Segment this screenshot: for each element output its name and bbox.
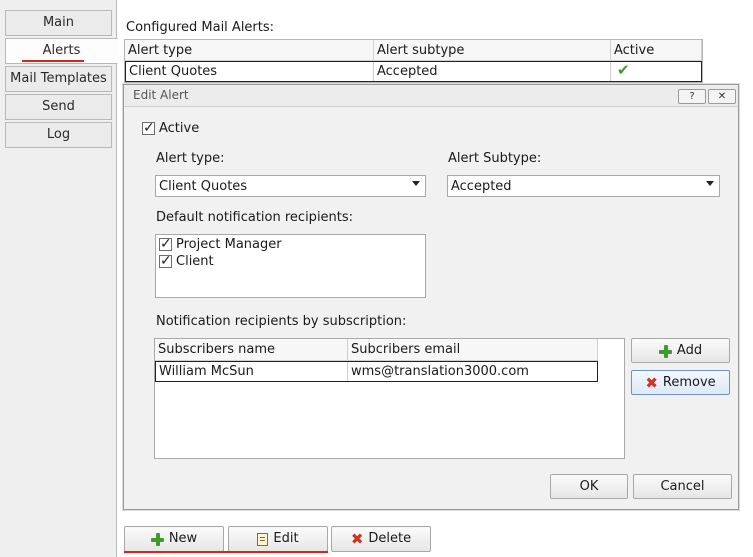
chevron-down-icon <box>412 181 420 186</box>
nav-tab-label: Mail Templates <box>10 71 107 86</box>
column-header-subscribers-name[interactable]: Subscribers name <box>155 339 348 360</box>
alert-type-select[interactable]: Client Quotes <box>155 175 426 197</box>
delete-x-icon: ✖ <box>350 529 364 548</box>
check-icon: ✔ <box>617 62 630 79</box>
subscription-label: Notification recipients by subscription: <box>156 314 407 329</box>
column-header-alert-subtype[interactable]: Alert subtype <box>374 40 611 60</box>
ok-label: OK <box>579 479 599 494</box>
remove-subscriber-button[interactable]: ✖ Remove <box>631 370 730 395</box>
recipient-checkbox-project-manager[interactable]: ✓ <box>159 236 172 252</box>
nav-tab-label: Send <box>42 99 75 114</box>
default-recipients-label: Default notification recipients: <box>156 210 354 225</box>
nav-tab-label: Main <box>42 15 75 30</box>
cancel-label: Cancel <box>660 479 705 494</box>
edit-alert-button[interactable]: Edit <box>228 526 328 552</box>
cell-subscriber-email: wms@translation3000.com <box>351 364 529 379</box>
table-row[interactable]: Client Quotes Accepted ✔ <box>125 61 702 82</box>
plus-icon <box>150 532 164 546</box>
subscribers-table-header: Subscribers name Subcribers email <box>155 339 598 361</box>
delete-alert-button[interactable]: ✖ Delete <box>331 526 431 552</box>
alerts-table-header: Alert type Alert subtype Active <box>125 40 702 61</box>
add-subscriber-button[interactable]: Add <box>631 338 730 363</box>
active-checkbox[interactable]: ✓ <box>142 120 155 136</box>
help-icon: ? <box>689 91 695 102</box>
recipient-checkbox-client[interactable]: ✓ <box>159 253 172 269</box>
cancel-button[interactable]: Cancel <box>633 474 732 499</box>
configured-alerts-label: Configured Mail Alerts: <box>126 20 275 35</box>
table-row[interactable]: William McSun wms@translation3000.com <box>155 361 598 382</box>
checkmark-icon: ✓ <box>143 120 155 136</box>
edit-label: Edit <box>273 531 299 546</box>
close-icon: ✕ <box>717 91 727 102</box>
ok-button[interactable]: OK <box>550 474 628 499</box>
column-header-subscribers-email[interactable]: Subcribers email <box>348 339 597 360</box>
alert-subtype-value: Accepted <box>451 179 512 194</box>
active-label: Active <box>159 121 200 136</box>
nav-tab-label: Alerts <box>42 43 81 58</box>
delete-x-icon: ✖ <box>645 373 658 392</box>
cell-subscriber-name: William McSun <box>156 362 348 381</box>
recipient-label: Client <box>176 254 214 269</box>
checkmark-icon: ✓ <box>160 236 172 252</box>
nav-tab-label: Log <box>46 127 71 142</box>
alert-type-label: Alert type: <box>156 151 225 166</box>
cell-active: ✔ <box>611 62 701 81</box>
alert-subtype-label: Alert Subtype: <box>448 151 542 166</box>
nav-tab-send[interactable]: Send <box>5 94 112 120</box>
column-header-alert-type[interactable]: Alert type <box>125 40 374 60</box>
delete-label: Delete <box>368 531 412 546</box>
help-button[interactable]: ? <box>678 89 706 104</box>
toolbar-underline <box>124 551 328 553</box>
active-tab-underline <box>22 60 84 62</box>
dialog-titlebar <box>124 85 738 107</box>
nav-tab-main[interactable]: Main <box>5 10 112 36</box>
column-header-active[interactable]: Active <box>611 40 702 60</box>
nav-tab-mail-templates[interactable]: Mail Templates <box>5 66 112 92</box>
cell-alert-subtype: Accepted <box>374 62 611 81</box>
alert-subtype-select[interactable]: Accepted <box>447 175 720 197</box>
close-button[interactable]: ✕ <box>708 89 736 104</box>
recipient-label: Project Manager <box>176 237 282 252</box>
new-alert-button[interactable]: New <box>124 526 224 552</box>
nav-tab-log[interactable]: Log <box>5 122 112 148</box>
cell-alert-type: Client Quotes <box>126 62 374 81</box>
new-label: New <box>168 531 198 546</box>
dialog-title: Edit Alert <box>133 88 189 102</box>
chevron-down-icon <box>706 181 714 186</box>
plus-icon <box>658 344 672 358</box>
add-label: Add <box>676 343 703 358</box>
remove-label: Remove <box>662 375 716 390</box>
alert-type-value: Client Quotes <box>159 179 248 194</box>
edit-icon <box>257 532 269 546</box>
checkmark-icon: ✓ <box>160 253 172 269</box>
alerts-table: Alert type Alert subtype Active Client Q… <box>124 39 703 83</box>
